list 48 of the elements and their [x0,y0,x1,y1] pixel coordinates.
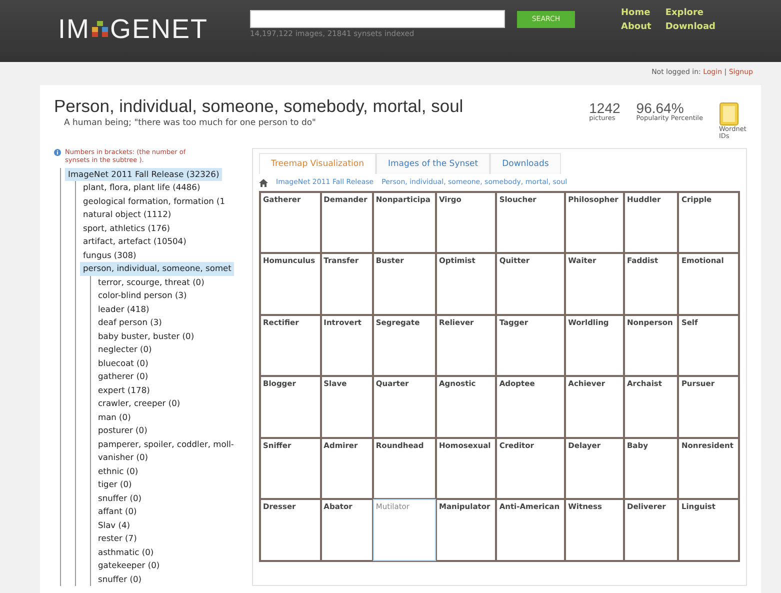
tree-item[interactable]: rester (7) [95,532,140,546]
document-icon[interactable] [719,102,739,126]
tree-item[interactable]: geological formation, formation (1 [80,194,228,208]
info-icon [54,148,61,156]
logo-text: GENET [110,14,208,44]
tree-item[interactable]: asthmatic (0) [95,546,157,560]
logo-icon [91,20,109,38]
search-field[interactable] [250,10,506,28]
tree-item[interactable]: natural object (1112) [80,208,174,222]
tree-item[interactable]: terror, scourge, threat (0) [95,276,208,290]
tree-item[interactable]: gatherer (0) [95,370,152,384]
logo-text: IM [58,14,90,44]
tree-item[interactable]: plant, flora, plant life (4486) [80,181,204,195]
nav-link[interactable]: Explore [665,6,716,20]
tree-item[interactable]: gatekeeper (0) [95,559,163,573]
tree-item[interactable]: expert (178) [95,384,153,398]
tree-item[interactable]: vanisher (0) [95,451,152,465]
stat-value: 1242 [589,101,620,115]
tree-item[interactable]: ethnic (0) [95,464,142,478]
tree-item[interactable]: baby buster, buster (0) [95,330,198,344]
nav-link[interactable]: About [621,20,652,34]
tree-item[interactable]: deaf person (3) [95,316,165,330]
tree-item[interactable]: posturer (0) [95,424,150,438]
tree-item[interactable]: pamperer, spoiler, coddler, moll- [95,438,237,452]
tree-item[interactable]: man (0) [95,410,134,424]
tree-item[interactable]: person, individual, someone, somet [80,262,234,276]
tree-item[interactable]: ImageNet 2011 Fall Release (32326) [65,168,222,182]
tree-item[interactable]: artifact, artefact (10504) [80,235,190,249]
tab[interactable]: Downloads [490,152,561,174]
tree-item[interactable]: Slav (4) [95,518,133,532]
tree-item[interactable]: tiger (0) [95,478,135,492]
tree-item[interactable]: snuffer (0) [95,492,144,506]
tree-item[interactable]: snuffer (0) [95,572,144,586]
tree-item[interactable]: sport, athletics (176) [80,222,173,236]
home-icon[interactable] [259,178,268,187]
tree-item[interactable]: crawler, creeper (0) [95,397,184,411]
tree-item[interactable]: neglecter (0) [95,343,155,357]
stat-value: 96.64% [636,101,684,115]
synset-title: Person, individual, someone, somebody, mortal, soul [54,95,464,117]
tree-item[interactable]: fungus (308) [80,248,140,262]
tree-item[interactable]: affant (0) [95,505,140,519]
tree-item[interactable]: color-blind person (3) [95,289,190,303]
synset-gloss: A human being; "there was too much for one person to do" [63,117,317,130]
nav-link[interactable]: Download [665,20,716,34]
tree-item[interactable]: bluecoat (0) [95,356,152,370]
tab[interactable]: Images of the Synset [376,152,490,174]
tree-item[interactable]: leader (418) [95,302,152,316]
nav-link[interactable]: Home [621,6,652,20]
